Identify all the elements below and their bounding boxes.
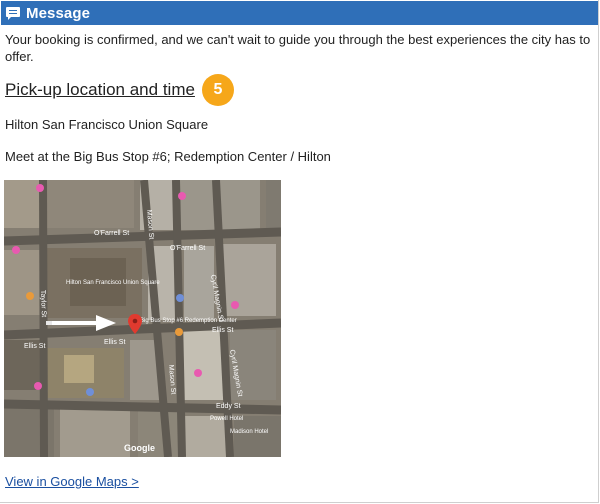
map-image[interactable]: O'Farrell St O'Farrell St Ellis St Ellis… [4, 180, 281, 457]
street-label: O'Farrell St [170, 245, 205, 252]
meeting-point: Meet at the Big Bus Stop #6; Redemption … [5, 149, 331, 164]
view-in-google-maps-link[interactable]: View in Google Maps > [5, 474, 139, 489]
message-card: Message Your booking is confirmed, and w… [0, 0, 599, 503]
street-label: Ellis St [212, 327, 233, 334]
step-badge: 5 [201, 74, 234, 106]
street-label: O'Farrell St [94, 230, 129, 237]
place-label: Big Bus Stop #6 Redemption Center [140, 318, 237, 324]
street-label: Taylor St [39, 290, 47, 318]
message-header: Message [1, 1, 598, 25]
street-label: Ellis St [104, 339, 125, 346]
pickup-title: Pick-up location and time [5, 80, 195, 99]
place-label: Powell Hotel [210, 416, 243, 422]
place-label: Hilton San Francisco Union Square [66, 280, 160, 286]
map-attribution: Google [124, 443, 155, 453]
place-label: Madison Hotel [230, 429, 268, 435]
street-label: Eddy St [216, 403, 241, 410]
hotel-name: Hilton San Francisco Union Square [5, 117, 209, 132]
pickup-section-heading: Pick-up location and time 5 [5, 74, 234, 106]
street-label: Ellis St [24, 343, 45, 350]
intro-text: Your booking is confirmed, and we can't … [5, 32, 591, 64]
message-icon [6, 6, 20, 20]
header-title: Message [26, 4, 91, 22]
